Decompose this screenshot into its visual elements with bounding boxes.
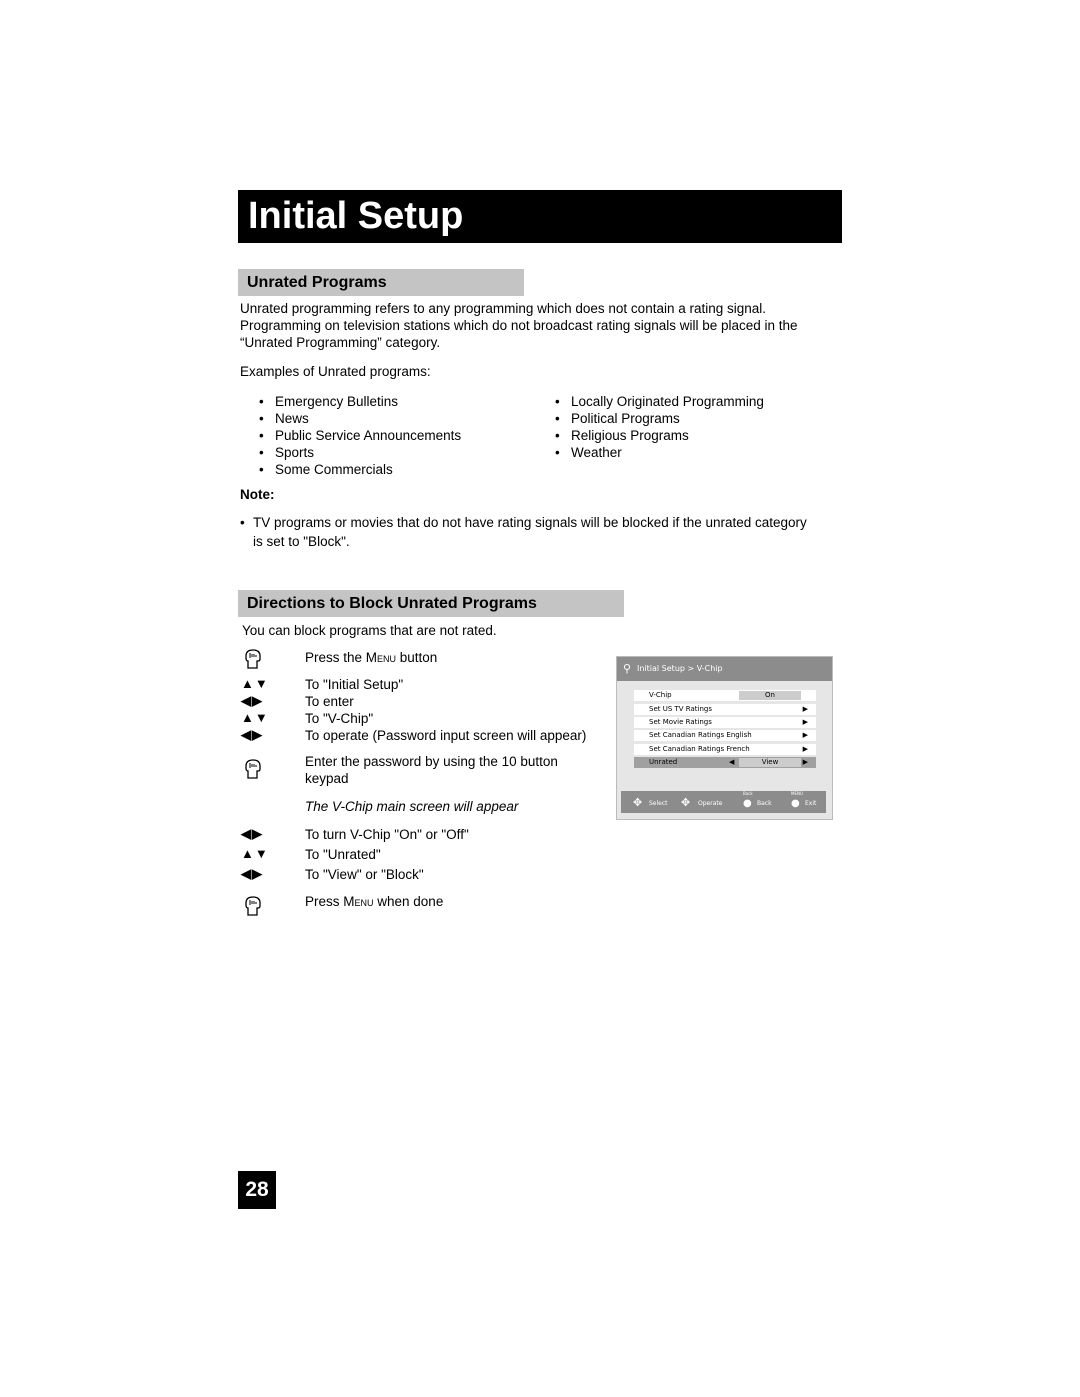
list-item: • Public Service Announcements: [259, 428, 462, 443]
step-text: To "View" or "Block": [305, 867, 424, 882]
left-list: • Emergency Bulletins • News • Public Servi…: [259, 393, 461, 478]
left-right-arrows-icon: ◀▶: [241, 866, 263, 881]
step-text: To turn V-Chip "On" or "Off": [305, 827, 469, 842]
left-right-arrows-icon: ◀▶: [241, 693, 263, 708]
tv-row-vchip: V-Chip On: [634, 690, 816, 701]
vchip-screen-illustration: ⚲ Initial Setup > V-Chip V-Chip On Set US…: [616, 656, 833, 820]
step-text: To "V-Chip": [305, 711, 374, 726]
hand-press-icon: [245, 759, 261, 779]
note-line: is set to "Block".: [253, 534, 350, 549]
list-item: • Weather: [555, 445, 622, 460]
vchip-screen-note: The V-Chip main screen will appear: [305, 799, 519, 814]
manual-page: Initial Setup Unrated Programs Unrated p…: [0, 0, 1080, 1397]
step-press-menu: Press the Menu button: [305, 650, 438, 665]
arrow-right-icon: ▶: [802, 758, 808, 766]
hand-press-icon: [245, 896, 261, 916]
tv-row: Set Canadian Ratings English ▶: [634, 730, 816, 741]
tv-footer: ✥ Select ✥ Operate Back ● Back MENU ● Exit: [621, 791, 826, 813]
para-line: Programming on television stations which…: [240, 318, 798, 333]
tv-breadcrumb: Initial Setup > V-Chip: [637, 664, 723, 673]
step-text: To operate (Password input screen will a…: [305, 728, 587, 743]
vchip-value: On: [739, 691, 801, 700]
para-line: “Unrated Programming” category.: [240, 335, 441, 350]
up-down-arrows-icon: ▲▼: [241, 710, 269, 725]
arrow-right-icon: ▶: [802, 745, 808, 753]
arrow-right-icon: ▶: [802, 718, 808, 726]
up-down-arrows-icon: ▲▼: [241, 676, 269, 691]
tv-row-unrated: Unrated ◀ View ▶: [634, 757, 816, 768]
unrated-value: View: [739, 758, 801, 767]
dpad-icon: ✥: [633, 796, 643, 809]
up-down-arrows-icon: ▲▼: [241, 846, 269, 861]
note-line: • TV programs or movies that do not have …: [240, 515, 807, 530]
list-item: • Sports: [259, 445, 315, 460]
arrow-left-icon: ◀: [729, 758, 735, 766]
note-label: Note:: [240, 487, 275, 502]
para-line: Unrated programming refers to any progra…: [240, 301, 767, 316]
wrench-icon: ⚲: [623, 662, 632, 675]
arrow-right-icon: ▶: [802, 731, 808, 739]
note-text: • TV programs or movies that do not have …: [240, 513, 807, 551]
section-heading-unrated: Unrated Programs: [238, 269, 524, 296]
list-item: • Religious Programs: [555, 428, 689, 443]
step-press-menu-done: Press Menu when done: [305, 894, 444, 909]
directions-intro: You can block programs that are not rate…: [242, 623, 497, 638]
tv-row: Set Canadian Ratings French ▶: [634, 744, 816, 755]
left-right-arrows-icon: ◀▶: [241, 727, 263, 742]
tv-header: ⚲ Initial Setup > V-Chip: [617, 657, 832, 681]
right-list: • Locally Originated Programming • Politic…: [555, 393, 764, 461]
hand-press-icon: [245, 649, 261, 669]
section-heading-directions: Directions to Block Unrated Programs: [238, 590, 624, 617]
step-enter-password: Enter the password by using the 10 butto…: [305, 754, 558, 786]
step-text: To enter: [305, 694, 354, 709]
title-bar: Initial Setup: [238, 190, 842, 243]
button-circle-icon: ●: [743, 798, 752, 809]
list-item: • Emergency Bulletins: [259, 394, 399, 409]
list-item: • Locally Originated Programming: [555, 394, 764, 409]
tv-row: Set US TV Ratings ▶: [634, 704, 816, 715]
page-title: Initial Setup: [248, 195, 464, 237]
list-item: • Political Programs: [555, 411, 680, 426]
page-number: 28: [238, 1171, 276, 1209]
dpad-icon: ✥: [681, 796, 691, 809]
left-right-arrows-icon: ◀▶: [241, 826, 263, 841]
intro-paragraph: Unrated programming refers to any progra…: [240, 300, 798, 351]
list-item: • Some Commercials: [259, 462, 393, 477]
step-text: To "Unrated": [305, 847, 381, 862]
button-circle-icon: ●: [791, 798, 800, 809]
tv-row: Set Movie Ratings ▶: [634, 717, 816, 728]
examples-label: Examples of Unrated programs:: [240, 364, 431, 379]
step-text: To "Initial Setup": [305, 677, 404, 692]
arrow-right-icon: ▶: [802, 705, 808, 713]
list-item: • News: [259, 411, 309, 426]
